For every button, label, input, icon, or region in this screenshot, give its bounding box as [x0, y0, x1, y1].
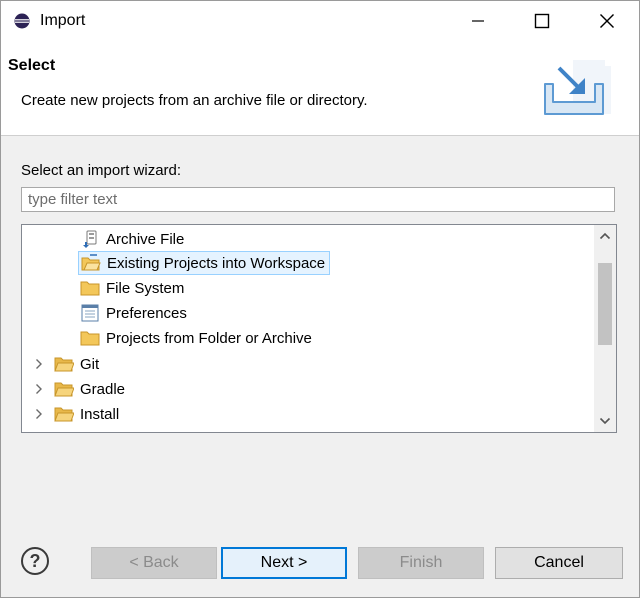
- import-wizard-icon: [544, 60, 611, 115]
- existing-projects-icon: [81, 254, 101, 272]
- tree-item-label: Preferences: [106, 304, 187, 322]
- page-title: Select: [8, 57, 56, 74]
- folder-icon: [80, 279, 100, 297]
- chevron-right-icon: [36, 359, 42, 369]
- scroll-up-button[interactable]: [594, 225, 616, 247]
- tree-item-install[interactable]: Install: [54, 402, 119, 426]
- next-button[interactable]: Next >: [221, 547, 347, 579]
- minimize-icon: [472, 20, 484, 22]
- import-dialog: Import Select Create new projects from a…: [0, 0, 640, 598]
- wizard-content: Select an import wizard: Archive File: [1, 136, 639, 536]
- cancel-button[interactable]: Cancel: [495, 547, 623, 579]
- tree-item-label: Existing Projects into Workspace: [107, 254, 326, 272]
- minimize-button[interactable]: [453, 1, 503, 41]
- back-button[interactable]: < Back: [91, 547, 217, 579]
- help-icon[interactable]: ?: [21, 547, 49, 575]
- eclipse-icon: [14, 13, 30, 29]
- tree-item-label: Install: [80, 405, 120, 423]
- expand-install-toggle[interactable]: [33, 402, 45, 426]
- expand-gradle-toggle[interactable]: [33, 377, 45, 401]
- chevron-right-icon: [36, 409, 42, 419]
- chevron-down-icon: [599, 417, 611, 425]
- preferences-icon: [80, 304, 100, 322]
- tree-item-file-system[interactable]: File System: [80, 276, 184, 300]
- window-title: Import: [40, 12, 86, 29]
- button-bar: ? < Back Next > Finish Cancel: [1, 531, 639, 597]
- close-icon: [600, 14, 614, 28]
- scroll-down-button[interactable]: [594, 410, 616, 432]
- tree-item-archive-file[interactable]: Archive File: [80, 227, 184, 251]
- page-description: Create new projects from an archive file…: [21, 92, 368, 109]
- tree-item-existing-projects[interactable]: Existing Projects into Workspace: [78, 251, 331, 275]
- expand-git-toggle[interactable]: [33, 352, 45, 376]
- folder-open-icon: [54, 380, 74, 398]
- tree-item-git[interactable]: Git: [54, 352, 99, 376]
- folder-icon: [80, 329, 100, 347]
- folder-open-icon: [54, 355, 74, 373]
- wizard-header: Select Create new projects from an archi…: [1, 41, 639, 136]
- close-button[interactable]: [582, 1, 632, 41]
- wizard-tree: Archive File Existing Projects into Work…: [21, 224, 617, 433]
- archive-file-icon: [80, 230, 100, 248]
- maximize-button[interactable]: [517, 1, 567, 41]
- folder-open-icon: [54, 405, 74, 423]
- tree-item-preferences[interactable]: Preferences: [80, 301, 187, 325]
- tree-scrollbar[interactable]: [594, 225, 616, 432]
- import-wizard-label: Select an import wizard:: [21, 162, 182, 179]
- finish-button[interactable]: Finish: [358, 547, 484, 579]
- tree-item-label: Git: [80, 355, 100, 373]
- maximize-icon: [534, 13, 550, 29]
- tree-item-label: File System: [106, 279, 185, 297]
- chevron-up-icon: [599, 232, 611, 240]
- tree-item-projects-from-folder[interactable]: Projects from Folder or Archive: [80, 326, 312, 350]
- scroll-thumb[interactable]: [598, 263, 612, 345]
- tree-item-label: Archive File: [106, 230, 185, 248]
- chevron-right-icon: [36, 384, 42, 394]
- tree-item-label: Projects from Folder or Archive: [106, 329, 312, 347]
- tree-item-gradle[interactable]: Gradle: [54, 377, 125, 401]
- filter-input[interactable]: [21, 187, 615, 212]
- tree-item-label: Gradle: [80, 380, 126, 398]
- title-bar: Import: [1, 1, 639, 41]
